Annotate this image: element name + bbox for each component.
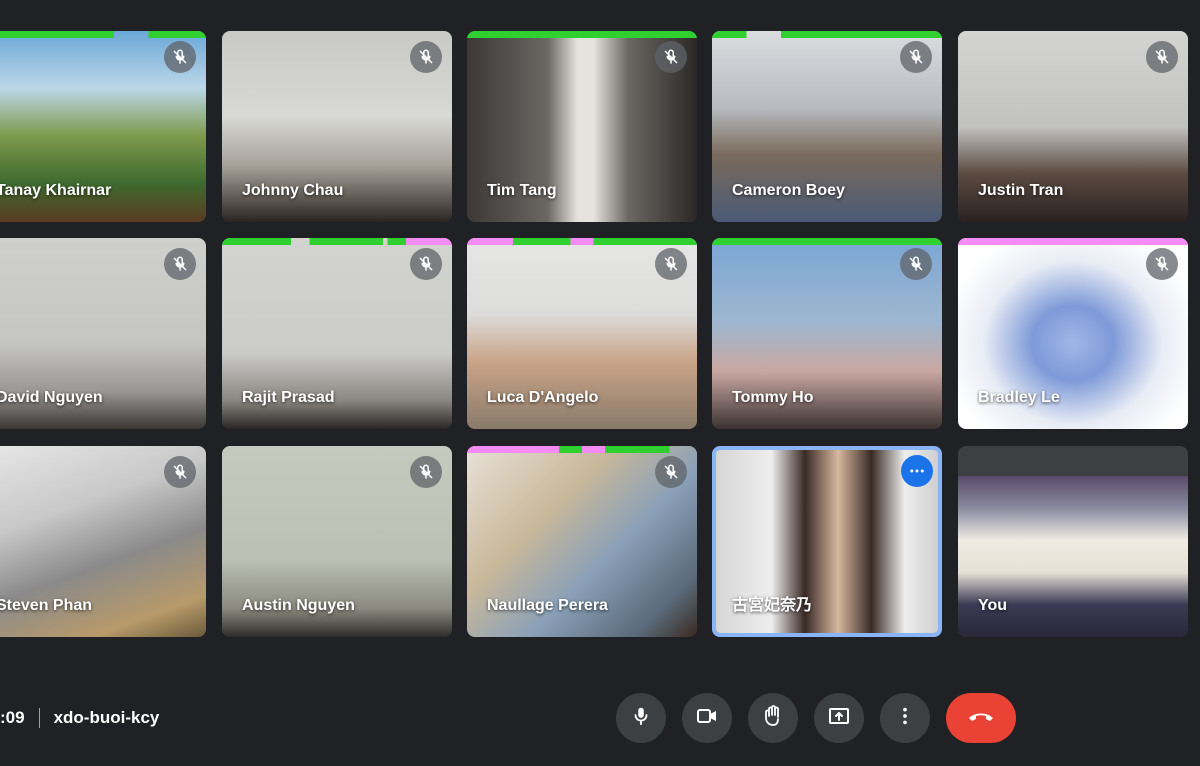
mic-off-icon <box>1146 248 1178 280</box>
participant-name: Tommy Ho <box>732 389 814 406</box>
mic-off-icon <box>410 456 442 488</box>
meet-stage: Tanay Khairnar Johnny Chau Tim Tang Came… <box>0 0 1200 766</box>
mic-off-icon <box>655 41 687 73</box>
mic-off-icon <box>410 248 442 280</box>
meeting-time: :09 <box>0 708 25 727</box>
more-options-button[interactable] <box>880 693 930 743</box>
control-bar: :09 xdo-buoi-kcy <box>0 690 1200 750</box>
speaking-indicator <box>467 238 697 245</box>
meeting-code: xdo-buoi-kcy <box>53 708 160 727</box>
speaking-indicator <box>958 238 1188 245</box>
participant-tile[interactable]: Rajit Prasad <box>222 238 452 429</box>
mic-off-icon <box>900 41 932 73</box>
mic-off-icon <box>164 41 196 73</box>
speaking-indicator <box>712 31 942 38</box>
participant-tile[interactable]: Tim Tang <box>467 31 697 222</box>
participant-name: 古宮妃奈乃 <box>732 597 813 614</box>
mic-off-icon <box>900 248 932 280</box>
meeting-info: :09 xdo-buoi-kcy <box>0 708 159 728</box>
participant-name: Tim Tang <box>487 182 557 199</box>
participant-tile-self[interactable]: You <box>958 446 1188 637</box>
participant-tile[interactable]: Luca D'Angelo <box>467 238 697 429</box>
mic-off-icon <box>655 248 687 280</box>
present-screen-button[interactable] <box>814 693 864 743</box>
more-vert-icon <box>894 705 916 732</box>
participant-tile[interactable]: Cameron Boey <box>712 31 942 222</box>
present-screen-icon <box>827 704 851 733</box>
participant-name: Cameron Boey <box>732 182 845 199</box>
camera-icon <box>695 704 719 733</box>
participant-name: Luca D'Angelo <box>487 389 599 406</box>
participant-name: Rajit Prasad <box>242 389 335 406</box>
participant-tile[interactable]: Tanay Khairnar <box>0 31 206 222</box>
speaking-indicator <box>222 238 452 245</box>
mic-off-icon <box>655 456 687 488</box>
participant-name: David Nguyen <box>0 389 103 406</box>
mic-off-icon <box>164 248 196 280</box>
participant-name: Austin Nguyen <box>242 597 355 614</box>
participant-tile[interactable]: Naullage Perera <box>467 446 697 637</box>
speaking-indicator <box>467 31 697 38</box>
participant-tile[interactable]: Johnny Chau <box>222 31 452 222</box>
participant-name: Bradley Le <box>978 389 1060 406</box>
participant-name: Tanay Khairnar <box>0 182 112 199</box>
mic-off-icon <box>410 41 442 73</box>
participant-tile[interactable]: Austin Nguyen <box>222 446 452 637</box>
end-call-icon <box>966 706 996 731</box>
participant-name: Steven Phan <box>0 597 93 614</box>
participant-name: Johnny Chau <box>242 182 344 199</box>
end-call-button[interactable] <box>946 693 1016 743</box>
mic-off-icon <box>1146 41 1178 73</box>
participant-tile[interactable]: Steven Phan <box>0 446 206 637</box>
participant-name: You <box>978 597 1008 614</box>
more-options-icon[interactable] <box>901 455 933 487</box>
divider <box>38 708 40 728</box>
raise-hand-button[interactable] <box>748 693 798 743</box>
raise-hand-icon <box>761 704 785 733</box>
participant-name: Naullage Perera <box>487 597 608 614</box>
participant-tile[interactable]: Tommy Ho <box>712 238 942 429</box>
camera-button[interactable] <box>682 693 732 743</box>
speaking-indicator <box>712 238 942 245</box>
participant-tile[interactable]: Justin Tran <box>958 31 1188 222</box>
mic-icon <box>630 705 652 732</box>
mic-button[interactable] <box>616 693 666 743</box>
speaking-indicator <box>467 446 697 453</box>
speaking-indicator <box>0 31 206 38</box>
participant-tile-active[interactable]: 古宮妃奈乃 <box>712 446 942 637</box>
mic-off-icon <box>164 456 196 488</box>
participant-tile[interactable]: David Nguyen <box>0 238 206 429</box>
participant-tile[interactable]: Bradley Le <box>958 238 1188 429</box>
participant-name: Justin Tran <box>978 182 1064 199</box>
